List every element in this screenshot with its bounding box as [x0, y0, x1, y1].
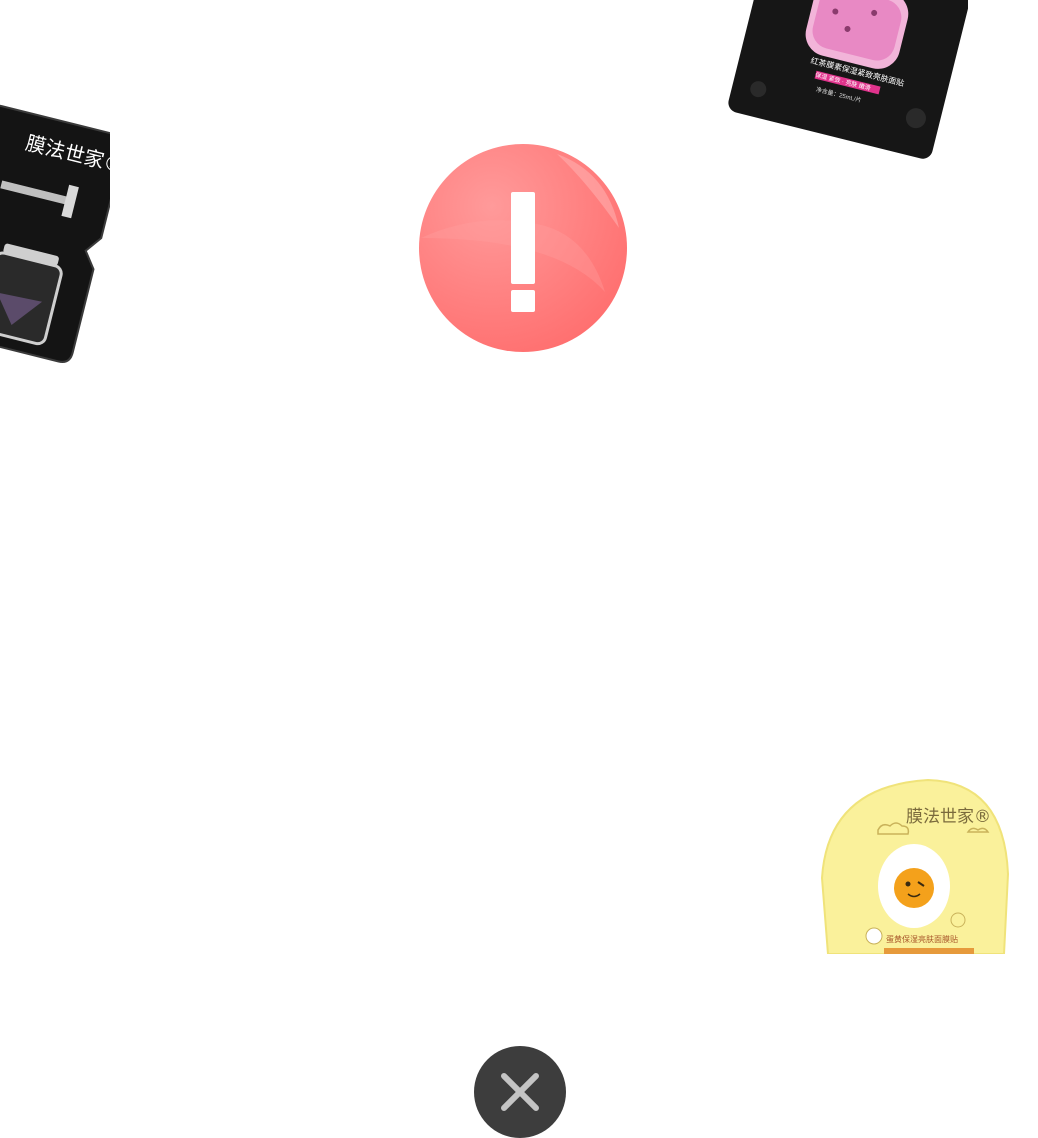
close-button[interactable] — [474, 1046, 566, 1138]
product-image-left: 膜法世家® — [0, 104, 110, 363]
product-bottom-right-name: 蛋黄保湿亮肤面膜贴 — [886, 934, 958, 944]
close-icon — [501, 1073, 539, 1111]
product-bottom-right-brand: 膜法世家® — [906, 807, 991, 827]
product-image-top-right: 红茶膜素保湿紧致亮肤面贴 保湿 紧致 · 亮肤 嫩滑 净含量：25mL/片 — [728, 0, 968, 159]
exclamation-icon — [417, 142, 629, 354]
product-image-bottom-right: 膜法世家® 蛋黄保湿亮肤面膜贴 — [820, 778, 1010, 954]
